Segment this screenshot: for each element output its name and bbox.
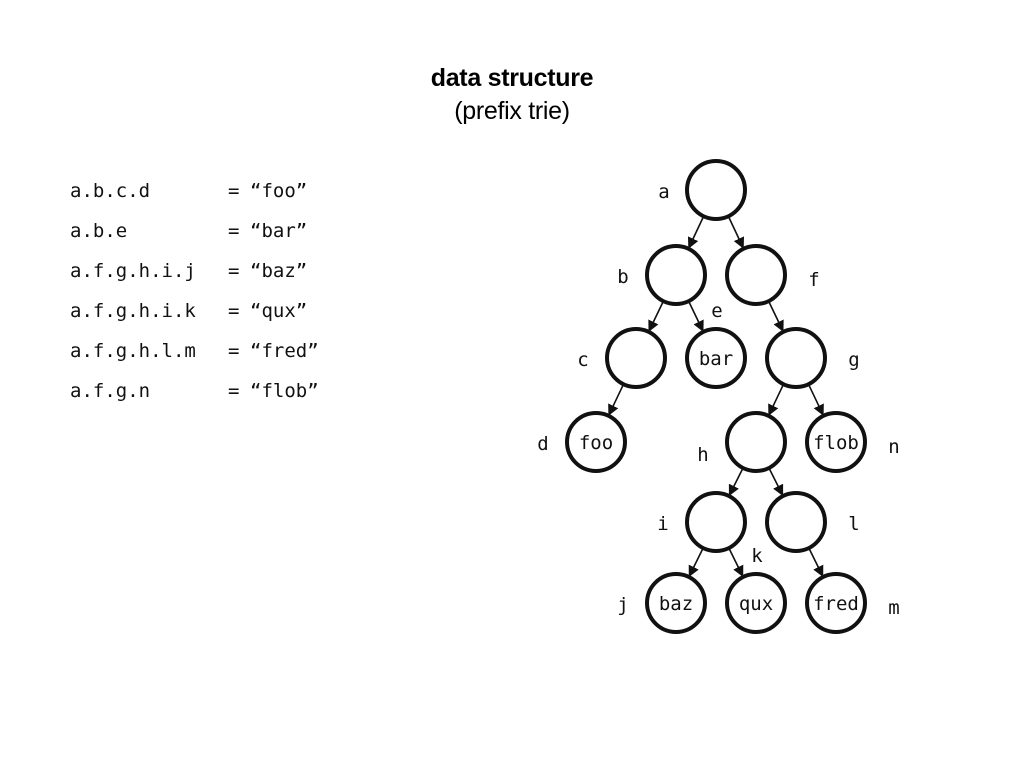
key-label-a: a xyxy=(658,181,669,203)
edge-f-g xyxy=(768,301,784,332)
edge-b-c xyxy=(648,301,664,332)
node-circle xyxy=(645,244,707,306)
trie-node-k: qux xyxy=(725,572,787,634)
key-label-k: k xyxy=(751,545,763,567)
node-circle xyxy=(765,491,827,553)
trie-node-h xyxy=(725,411,787,473)
node-value: baz xyxy=(659,593,693,615)
edge-h-i xyxy=(728,468,744,497)
node-value: fred xyxy=(813,593,859,615)
key-label-h: h xyxy=(697,444,708,466)
node-circle xyxy=(685,491,747,553)
trie-nodes: bar foo flob baz qux fred xyxy=(565,159,867,634)
node-circle xyxy=(725,411,787,473)
trie-node-i xyxy=(685,491,747,553)
key-label-c: c xyxy=(577,349,588,371)
trie-node-d: foo xyxy=(565,411,627,473)
trie-node-c xyxy=(605,327,667,389)
key-label-b: b xyxy=(617,266,628,288)
edge-i-j xyxy=(688,548,704,578)
trie-node-j: baz xyxy=(645,572,707,634)
trie-diagram: bar foo flob baz qux fred a b f c e g d h n i l j k m xyxy=(537,159,900,634)
trie-edge-labels: a b f c e g d h n i l j k m xyxy=(537,181,899,619)
trie-node-l xyxy=(765,491,827,553)
node-circle xyxy=(685,159,747,221)
key-label-g: g xyxy=(848,349,859,371)
key-label-e: e xyxy=(711,300,722,322)
trie-node-m: fred xyxy=(805,572,867,634)
edge-c-d xyxy=(608,384,624,416)
edge-a-b xyxy=(687,216,704,249)
edge-l-m xyxy=(808,548,824,578)
key-label-d: d xyxy=(537,433,548,455)
key-label-l: l xyxy=(848,513,859,535)
trie-node-g xyxy=(765,327,827,389)
edge-h-l xyxy=(768,468,784,497)
node-circle xyxy=(605,327,667,389)
edge-g-h xyxy=(768,384,784,416)
trie-node-a xyxy=(685,159,747,221)
edge-g-n xyxy=(808,384,824,416)
node-value: qux xyxy=(739,593,773,615)
trie-node-e: bar xyxy=(685,327,747,389)
node-value: bar xyxy=(699,348,733,370)
node-value: flob xyxy=(813,432,859,454)
edge-i-k xyxy=(728,548,744,578)
trie-node-f xyxy=(725,244,787,306)
key-label-i: i xyxy=(657,513,668,535)
key-label-j: j xyxy=(617,594,628,616)
node-circle xyxy=(765,327,827,389)
trie-node-n: flob xyxy=(805,411,867,473)
trie-node-b xyxy=(645,244,707,306)
edge-a-f xyxy=(728,216,745,249)
key-label-f: f xyxy=(808,269,819,291)
edge-b-e xyxy=(688,301,704,332)
node-circle xyxy=(725,244,787,306)
node-value: foo xyxy=(579,432,613,454)
key-label-m: m xyxy=(888,597,899,619)
key-label-n: n xyxy=(888,436,899,458)
